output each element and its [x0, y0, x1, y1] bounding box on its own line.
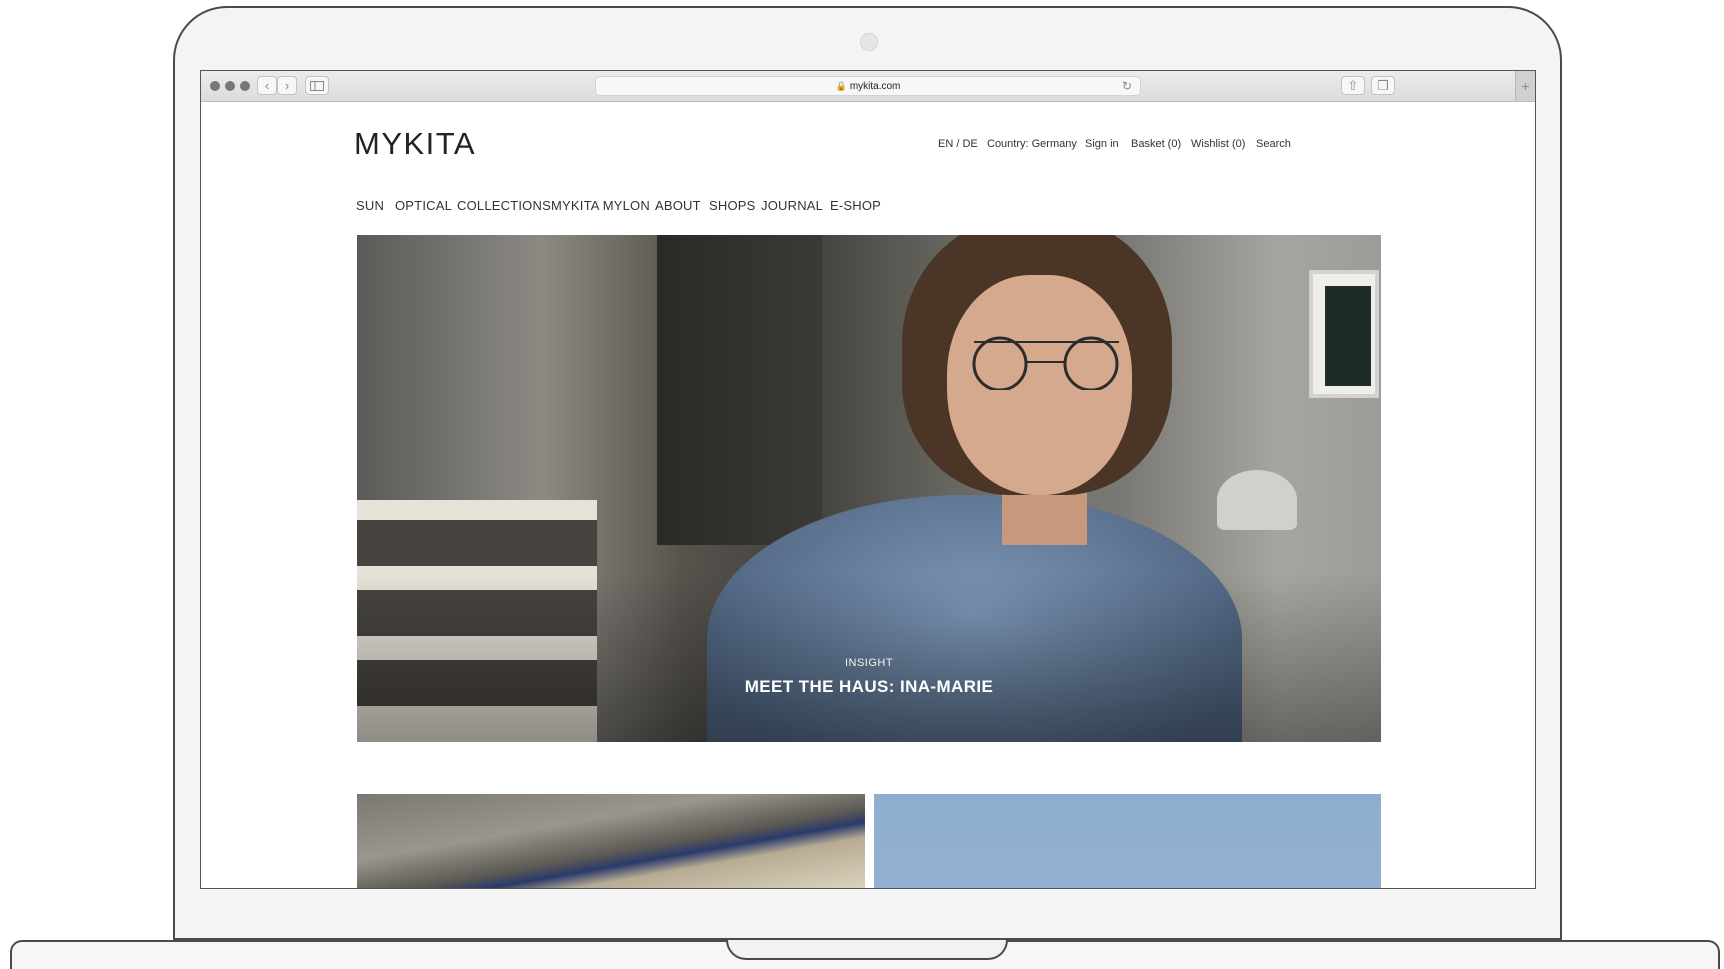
close-window-icon[interactable]: [210, 81, 220, 91]
hero-banner[interactable]: INSIGHT MEET THE HAUS: INA-MARIE: [357, 235, 1381, 742]
address-bar[interactable]: 🔒 mykita.com ↻: [595, 76, 1141, 96]
plus-icon: +: [1521, 78, 1530, 94]
nav-e-shop[interactable]: E-SHOP: [830, 198, 881, 213]
url-text: mykita.com: [849, 81, 901, 92]
forward-button[interactable]: ›: [277, 76, 297, 95]
lock-icon: 🔒: [835, 81, 847, 91]
sidebar-toggle-button[interactable]: [305, 76, 329, 95]
country-selector[interactable]: Country: Germany: [987, 138, 1077, 150]
nav-about[interactable]: ABOUT: [655, 198, 701, 213]
site-logo[interactable]: MYKITA: [354, 126, 476, 162]
share-icon: ⇧: [1347, 78, 1359, 93]
reload-icon[interactable]: ↻: [1122, 77, 1132, 96]
new-tab-button[interactable]: +: [1515, 71, 1535, 101]
camera-icon: [860, 33, 878, 51]
hero-photo-frame: [1309, 270, 1379, 398]
minimize-window-icon[interactable]: [225, 81, 235, 91]
chevron-left-icon: ‹: [264, 78, 270, 93]
wishlist-link[interactable]: Wishlist (0): [1191, 138, 1245, 150]
tabs-button[interactable]: ❐: [1371, 76, 1395, 95]
glasses-illustration: [972, 336, 1119, 390]
nav-optical[interactable]: OPTICAL: [395, 198, 452, 213]
sidebar-icon: [310, 81, 324, 91]
nav-journal[interactable]: JOURNAL: [761, 198, 823, 213]
browser-window: ‹ › 🔒 mykita.com ↻ ⇧ ❐ + MYKITA EN / DE C…: [200, 70, 1536, 889]
search-link[interactable]: Search: [1256, 138, 1291, 150]
hero-photo-door: [657, 235, 822, 545]
sign-in-link[interactable]: Sign in: [1085, 138, 1119, 150]
hero-kicker: INSIGHT: [844, 657, 894, 669]
laptop-notch: [726, 940, 1008, 960]
teaser-tile-sky[interactable]: [874, 794, 1381, 888]
nav-mykita-mylon[interactable]: MYKITA MYLON: [551, 198, 650, 213]
maximize-window-icon[interactable]: [240, 81, 250, 91]
chevron-right-icon: ›: [284, 78, 290, 93]
hero-title[interactable]: MEET THE HAUS: INA-MARIE: [357, 677, 1381, 697]
basket-link[interactable]: Basket (0): [1131, 138, 1181, 150]
nav-sun[interactable]: SUN: [356, 198, 384, 213]
tabs-icon: ❐: [1377, 78, 1389, 93]
back-button[interactable]: ‹: [257, 76, 277, 95]
share-button[interactable]: ⇧: [1341, 76, 1365, 95]
teaser-tile-marble[interactable]: [357, 794, 865, 888]
nav-shops[interactable]: SHOPS: [709, 198, 756, 213]
hero-photo-lamp: [1217, 470, 1297, 530]
language-switcher[interactable]: EN / DE: [938, 138, 978, 150]
nav-collections[interactable]: COLLECTIONS: [457, 198, 551, 213]
browser-toolbar: ‹ › 🔒 mykita.com ↻ ⇧ ❐ +: [201, 71, 1535, 102]
